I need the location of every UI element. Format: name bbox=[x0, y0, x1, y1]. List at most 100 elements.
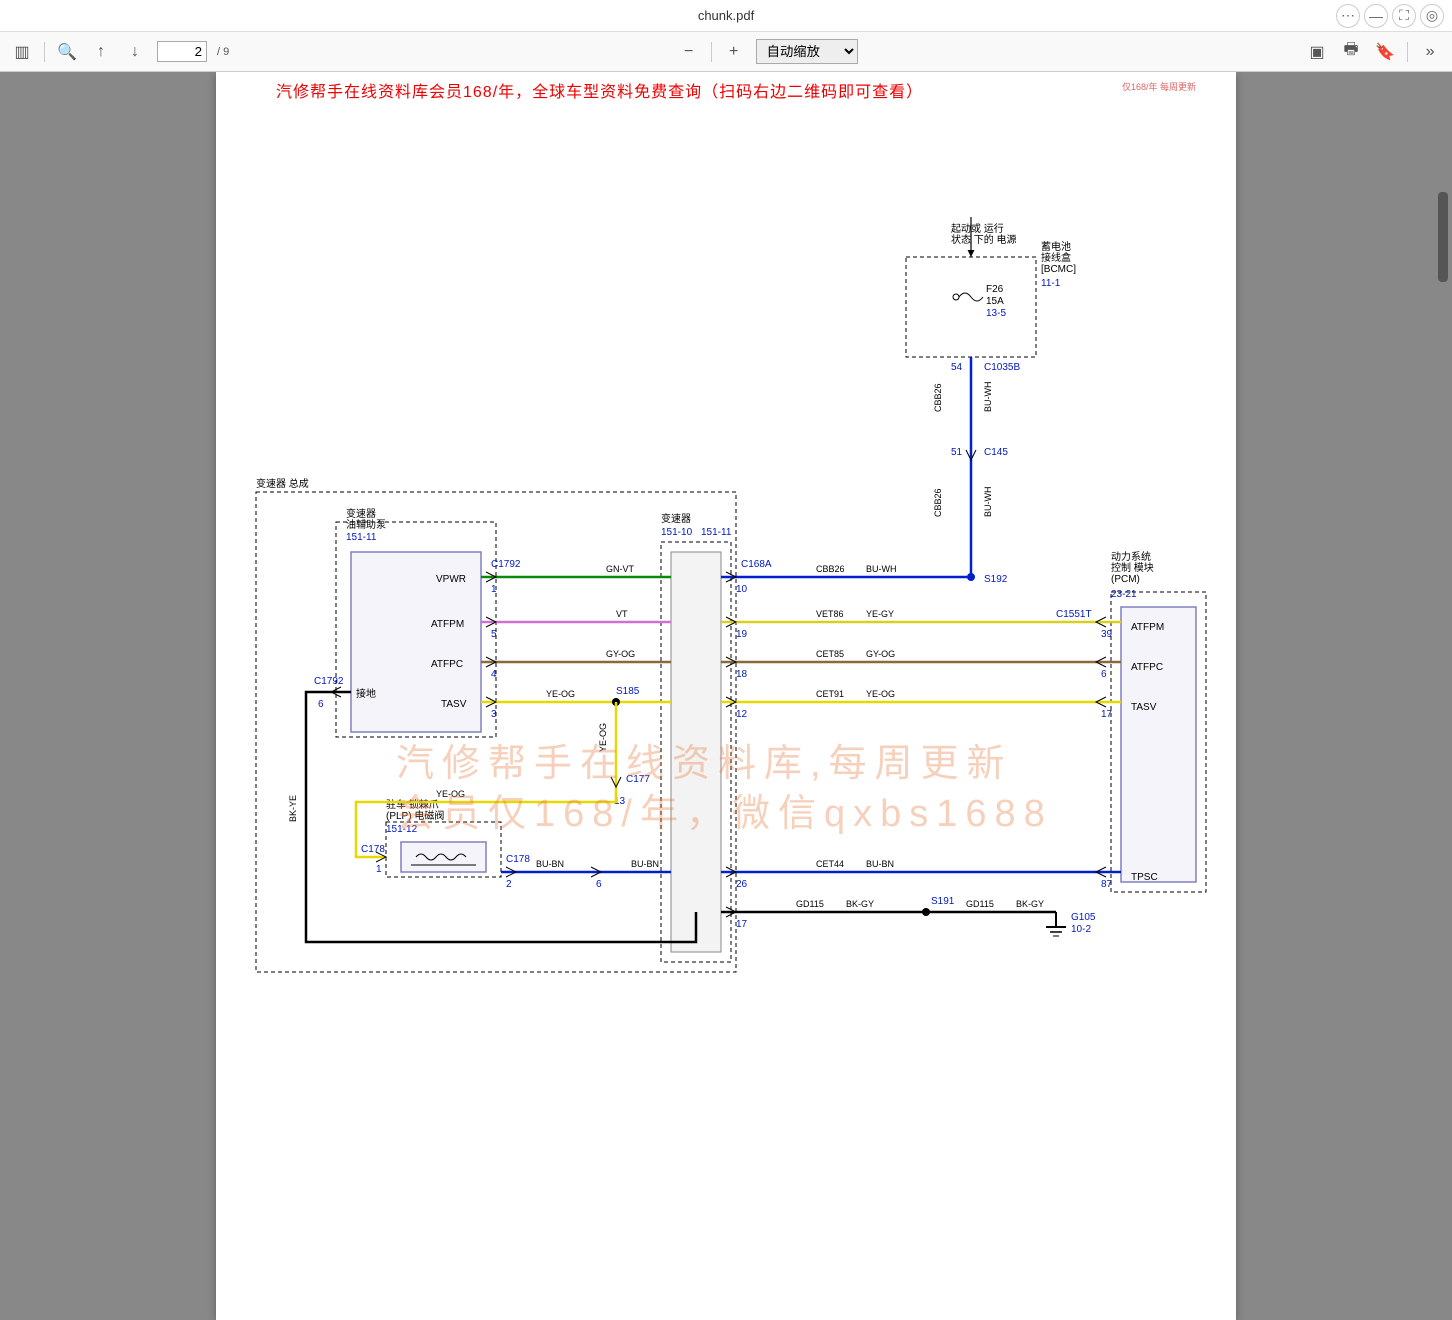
maximize-button[interactable]: ⛶ bbox=[1392, 4, 1416, 28]
svg-text:11-1: 11-1 bbox=[1041, 278, 1061, 289]
svg-text:CBB26: CBB26 bbox=[933, 488, 943, 517]
page-number-input[interactable] bbox=[157, 41, 207, 62]
svg-text:YE-OG: YE-OG bbox=[598, 723, 608, 752]
document-title: chunk.pdf bbox=[698, 8, 754, 23]
bookmark-icon[interactable]: 🔖 bbox=[1373, 40, 1397, 64]
minimize-button[interactable]: — bbox=[1364, 4, 1388, 28]
svg-text:YE-OG: YE-OG bbox=[436, 789, 465, 799]
separator bbox=[1407, 42, 1408, 62]
svg-text:VPWR: VPWR bbox=[436, 574, 466, 585]
svg-text:17: 17 bbox=[1101, 709, 1113, 720]
header-banner: 汽修帮手在线资料库会员168/年，全球车型资料免费查询（扫码右边二维码即可查看） bbox=[216, 72, 1236, 108]
page-viewport: 汽修帮手在线资料库会员168/年，全球车型资料免费查询（扫码右边二维码即可查看）… bbox=[0, 72, 1452, 1320]
svg-text:BU-WH: BU-WH bbox=[983, 487, 993, 518]
header-banner-right: 仅168/年 每周更新 bbox=[1122, 80, 1196, 93]
svg-text:12: 12 bbox=[736, 709, 748, 720]
svg-text:接地: 接地 bbox=[356, 687, 376, 700]
svg-text:S192: S192 bbox=[984, 574, 1008, 585]
svg-text:C168A: C168A bbox=[741, 559, 772, 570]
svg-text:ATFPC: ATFPC bbox=[1131, 662, 1163, 673]
svg-text:C145: C145 bbox=[984, 447, 1008, 458]
zoom-out-icon[interactable]: − bbox=[677, 40, 701, 64]
svg-text:151-12: 151-12 bbox=[386, 824, 418, 835]
separator bbox=[44, 42, 45, 62]
tools-menu-icon[interactable]: » bbox=[1418, 40, 1442, 64]
separator bbox=[711, 42, 712, 62]
svg-text:18: 18 bbox=[736, 669, 748, 680]
svg-text:C177: C177 bbox=[626, 774, 650, 785]
svg-text:10-2: 10-2 bbox=[1071, 924, 1091, 935]
prev-page-icon[interactable]: ↑ bbox=[89, 40, 113, 64]
svg-text:VT: VT bbox=[616, 609, 628, 619]
svg-text:1: 1 bbox=[491, 584, 497, 595]
svg-text:BU-BN: BU-BN bbox=[631, 859, 659, 869]
more-button[interactable]: ⋯ bbox=[1336, 4, 1360, 28]
svg-text:5: 5 bbox=[491, 629, 497, 640]
target-button[interactable]: ◎ bbox=[1420, 4, 1444, 28]
svg-text:BU-BN: BU-BN bbox=[536, 859, 564, 869]
presentation-icon[interactable]: ▣ bbox=[1305, 40, 1329, 64]
svg-text:1: 1 bbox=[376, 864, 382, 875]
svg-text:26: 26 bbox=[736, 879, 748, 890]
svg-text:GY-OG: GY-OG bbox=[866, 649, 895, 659]
svg-text:变速器油辅助泵: 变速器油辅助泵 bbox=[346, 507, 386, 531]
zoom-in-icon[interactable]: + bbox=[722, 40, 746, 64]
svg-text:151-11: 151-11 bbox=[346, 532, 377, 543]
svg-text:GD115: GD115 bbox=[796, 899, 824, 909]
svg-text:3: 3 bbox=[491, 709, 497, 720]
sidebar-toggle-icon[interactable]: ▥ bbox=[10, 40, 34, 64]
zoom-select[interactable]: 自动缩放 bbox=[756, 39, 858, 64]
wiring-diagram: 变速器 总成 变速器油辅助泵 151-11 VPWR ATFPM ATFPC T… bbox=[236, 122, 1216, 992]
svg-text:51: 51 bbox=[951, 447, 963, 458]
svg-text:ATFPM: ATFPM bbox=[431, 619, 464, 630]
svg-text:GD115: GD115 bbox=[966, 899, 994, 909]
svg-text:BU-BN: BU-BN bbox=[866, 859, 894, 869]
svg-text:23-21: 23-21 bbox=[1111, 589, 1137, 600]
svg-text:BK-GY: BK-GY bbox=[1016, 899, 1044, 909]
window-controls: ⋯ — ⛶ ◎ bbox=[1336, 4, 1444, 28]
svg-text:BK-GY: BK-GY bbox=[846, 899, 874, 909]
print-icon[interactable]: 🖶 bbox=[1339, 40, 1363, 64]
svg-text:BU-WH: BU-WH bbox=[983, 382, 993, 413]
svg-text:YE-OG: YE-OG bbox=[546, 689, 575, 699]
svg-text:10: 10 bbox=[736, 584, 748, 595]
svg-text:C1035B: C1035B bbox=[984, 362, 1020, 373]
svg-text:GY-OG: GY-OG bbox=[606, 649, 635, 659]
svg-text:CET85: CET85 bbox=[816, 649, 844, 659]
svg-text:ATFPM: ATFPM bbox=[1131, 622, 1164, 633]
svg-text:BU-WH: BU-WH bbox=[866, 564, 897, 574]
window-titlebar: chunk.pdf ⋯ — ⛶ ◎ bbox=[0, 0, 1452, 32]
svg-text:54: 54 bbox=[951, 362, 963, 373]
svg-text:C1792: C1792 bbox=[314, 676, 344, 687]
svg-text:G105: G105 bbox=[1071, 912, 1096, 923]
svg-text:S185: S185 bbox=[616, 686, 640, 697]
svg-text:VET86: VET86 bbox=[816, 609, 844, 619]
svg-text:151-11: 151-11 bbox=[701, 527, 732, 538]
pdf-page: 汽修帮手在线资料库会员168/年，全球车型资料免费查询（扫码右边二维码即可查看）… bbox=[216, 72, 1236, 1320]
svg-text:CET44: CET44 bbox=[816, 859, 844, 869]
svg-text:2: 2 bbox=[506, 879, 512, 890]
page-total-label: / 9 bbox=[217, 46, 229, 58]
svg-text:TASV: TASV bbox=[1131, 702, 1157, 713]
svg-text:动力系统控制 模块(PCM): 动力系统控制 模块(PCM) bbox=[1111, 550, 1154, 585]
svg-text:19: 19 bbox=[736, 629, 748, 640]
svg-text:ATFPC: ATFPC bbox=[431, 659, 463, 670]
svg-text:变速器: 变速器 bbox=[661, 512, 691, 525]
svg-text:C1792: C1792 bbox=[491, 559, 521, 570]
svg-text:15A: 15A bbox=[986, 296, 1004, 307]
svg-text:17: 17 bbox=[736, 919, 748, 930]
next-page-icon[interactable]: ↓ bbox=[123, 40, 147, 64]
svg-text:TASV: TASV bbox=[441, 699, 467, 710]
svg-text:C178: C178 bbox=[361, 844, 385, 855]
svg-text:TPSC: TPSC bbox=[1131, 872, 1158, 883]
svg-text:F26: F26 bbox=[986, 284, 1004, 295]
svg-text:6: 6 bbox=[1101, 669, 1107, 680]
svg-text:13-5: 13-5 bbox=[986, 308, 1006, 319]
scrollbar-thumb[interactable] bbox=[1438, 192, 1448, 282]
search-icon[interactable]: 🔍 bbox=[55, 40, 79, 64]
svg-text:C1551T: C1551T bbox=[1056, 609, 1092, 620]
svg-text:CET91: CET91 bbox=[816, 689, 844, 699]
svg-text:蓄电池接线盒[BCMC]: 蓄电池接线盒[BCMC] bbox=[1041, 240, 1076, 275]
pdf-toolbar: ▥ 🔍 ↑ ↓ / 9 − + 自动缩放 ▣ 🖶 🔖 » bbox=[0, 32, 1452, 72]
svg-text:4: 4 bbox=[491, 669, 497, 680]
